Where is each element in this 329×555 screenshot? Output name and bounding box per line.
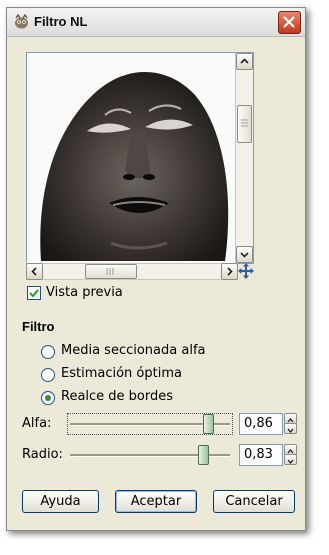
filter-dialog: Filtro NL Vista previa Filtro Media secc…	[6, 7, 306, 531]
preview-checkbox[interactable]	[27, 286, 41, 300]
radio-button-selected[interactable]	[41, 391, 55, 405]
alpha-spinbox[interactable]: 0,86	[239, 413, 283, 435]
radius-value: 0,83	[244, 447, 273, 462]
alpha-decrement[interactable]	[284, 423, 297, 434]
cancel-button[interactable]: Cancelar	[213, 490, 295, 513]
radius-label: Radio:	[22, 447, 63, 462]
preview-vertical-scrollbar[interactable]	[235, 53, 253, 263]
close-button[interactable]	[278, 11, 301, 34]
vertical-scroll-thumb[interactable]	[237, 105, 252, 143]
radio-button[interactable]	[41, 345, 55, 359]
title-bar: Filtro NL	[7, 8, 305, 37]
chevron-left-icon	[31, 267, 37, 276]
scroll-left-button[interactable]	[26, 263, 43, 280]
radio-label: Estimación óptima	[61, 366, 182, 381]
chevron-down-icon	[287, 428, 294, 434]
gimp-icon	[15, 13, 28, 29]
radius-decrement[interactable]	[284, 454, 297, 465]
horizontal-scroll-thumb[interactable]	[85, 264, 137, 279]
chevron-up-icon	[240, 58, 249, 64]
filter-section-title: Filtro	[22, 319, 55, 334]
radio-label: Media seccionada alfa	[61, 343, 206, 358]
preview-checkbox-label: Vista previa	[46, 285, 123, 300]
chevron-right-icon	[227, 267, 233, 276]
alpha-value: 0,86	[244, 416, 273, 431]
scroll-right-button[interactable]	[221, 263, 238, 280]
scroll-up-button[interactable]	[236, 53, 253, 70]
navigate-icon[interactable]	[238, 263, 254, 279]
check-icon	[29, 289, 39, 298]
alpha-label: Alfa:	[22, 416, 52, 431]
radio-label: Realce de bordes	[61, 389, 174, 404]
preview-area[interactable]	[26, 52, 254, 264]
window-title: Filtro NL	[34, 14, 88, 29]
radio-button[interactable]	[41, 368, 55, 382]
alpha-slider-thumb[interactable]	[202, 414, 214, 434]
close-icon	[283, 16, 295, 28]
preview-image	[27, 53, 235, 261]
chevron-down-icon	[240, 252, 249, 258]
grip-icon	[241, 119, 248, 127]
accept-button[interactable]: Aceptar	[115, 490, 197, 513]
grip-icon	[106, 268, 114, 275]
help-button[interactable]: Ayuda	[22, 490, 99, 513]
radius-slider-thumb[interactable]	[197, 445, 209, 465]
preview-horizontal-scrollbar[interactable]	[26, 263, 238, 280]
chevron-down-icon	[287, 459, 294, 465]
radius-spinbox[interactable]: 0,83	[239, 444, 283, 466]
scroll-down-button[interactable]	[236, 246, 253, 263]
